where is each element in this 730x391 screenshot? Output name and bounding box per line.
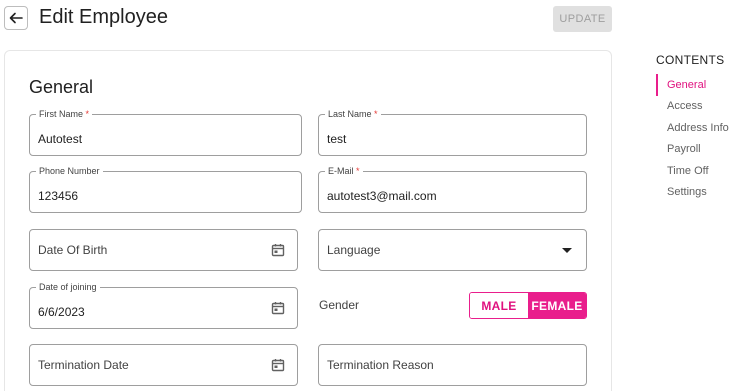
calendar-icon[interactable]	[271, 243, 285, 257]
email-label: E-Mail *	[325, 166, 363, 177]
section-title: General	[29, 77, 94, 97]
update-button[interactable]: UPDATE	[553, 6, 612, 32]
last-name-field[interactable]: Last Name * test	[318, 109, 587, 156]
contents-item-address-info[interactable]: Address Info	[667, 122, 729, 134]
phone-number-label: Phone Number	[36, 166, 103, 177]
last-name-value: test	[327, 132, 347, 146]
contents-title: CONTENTS	[656, 53, 725, 67]
contents-active-indicator	[656, 74, 658, 96]
termination-reason-placeholder: Termination Reason	[327, 358, 434, 372]
contents-item-access[interactable]: Access	[667, 100, 702, 112]
arrow-left-icon	[9, 12, 23, 24]
date-of-birth-placeholder: Date Of Birth	[38, 243, 108, 257]
email-field[interactable]: E-Mail * autotest3@mail.com	[318, 166, 587, 213]
email-value: autotest3@mail.com	[327, 189, 437, 203]
dropdown-caret-icon	[562, 248, 572, 253]
contents-item-payroll[interactable]: Payroll	[667, 143, 701, 155]
termination-date-placeholder: Termination Date	[38, 358, 129, 372]
date-of-joining-field[interactable]: Date of joining 6/6/2023	[29, 282, 298, 329]
contents-item-time-off[interactable]: Time Off	[667, 165, 709, 177]
gender-female-option[interactable]: FEMALE	[528, 293, 586, 318]
first-name-label: First Name *	[36, 109, 93, 120]
form-card	[4, 50, 612, 391]
last-name-label: Last Name *	[325, 109, 381, 120]
first-name-field[interactable]: First Name * Autotest	[29, 109, 302, 156]
page-title: Edit Employee	[39, 6, 168, 28]
gender-toggle: MALE FEMALE	[469, 292, 587, 319]
back-button[interactable]	[4, 6, 28, 30]
gender-label: Gender	[319, 298, 360, 312]
first-name-value: Autotest	[38, 132, 83, 146]
calendar-icon[interactable]	[271, 301, 285, 315]
gender-male-option[interactable]: MALE	[470, 293, 528, 318]
language-select[interactable]: Language	[318, 229, 587, 271]
contents-item-settings[interactable]: Settings	[667, 186, 707, 198]
phone-number-value: 123456	[38, 189, 79, 203]
termination-date-field[interactable]: Termination Date	[29, 344, 298, 386]
phone-number-field[interactable]: Phone Number 123456	[29, 166, 302, 213]
date-of-joining-label: Date of joining	[36, 282, 100, 293]
contents-item-general[interactable]: General	[667, 79, 706, 91]
termination-reason-field[interactable]: Termination Reason	[318, 344, 587, 386]
date-of-birth-field[interactable]: Date Of Birth	[29, 229, 298, 271]
date-of-joining-value: 6/6/2023	[38, 305, 85, 319]
calendar-icon[interactable]	[271, 358, 285, 372]
language-placeholder: Language	[327, 243, 381, 257]
